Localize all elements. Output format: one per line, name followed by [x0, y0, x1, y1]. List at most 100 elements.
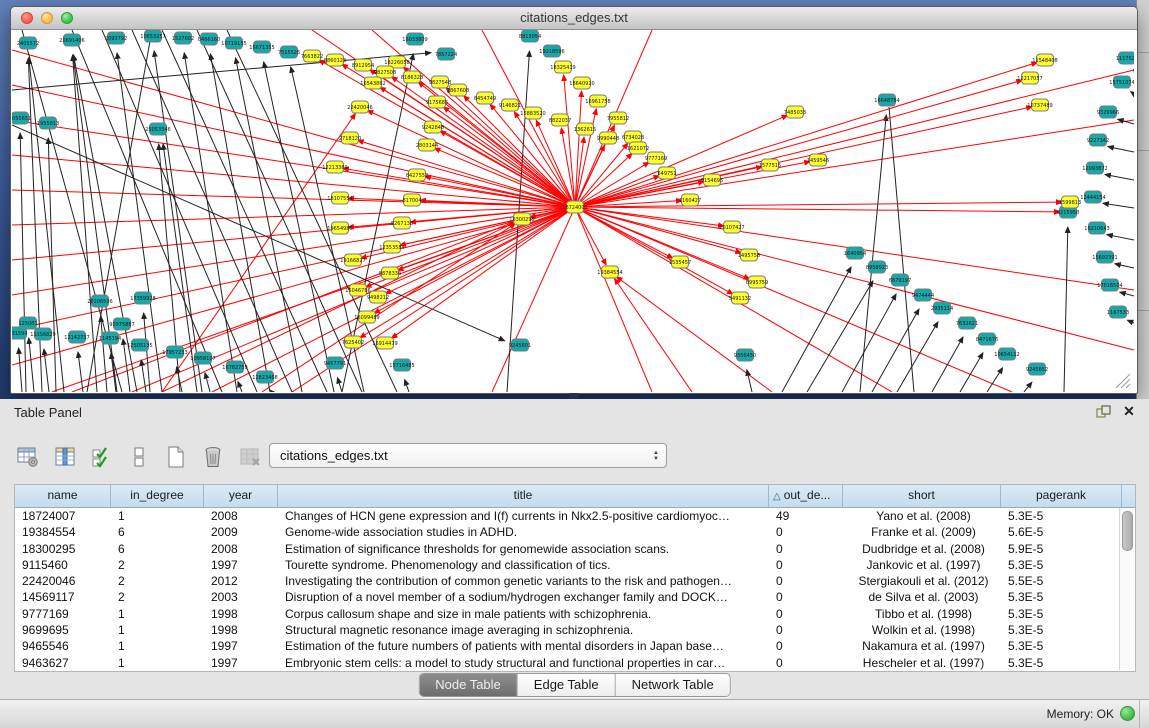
graph-edge[interactable] [575, 207, 1134, 350]
graph-node[interactable]: 16782759 [222, 361, 247, 373]
graph-edge[interactable] [1115, 264, 1134, 268]
graph-node[interactable]: 12353584 [379, 241, 404, 253]
graph-edge[interactable] [380, 87, 575, 207]
graph-edge[interactable] [12, 207, 575, 225]
graph-node[interactable]: 9227342 [1087, 134, 1109, 146]
graph-edge[interactable] [29, 58, 64, 392]
graph-node[interactable]: 12093872 [1082, 162, 1107, 174]
graph-edge[interactable] [575, 70, 1134, 207]
column-header-name[interactable]: name [15, 485, 111, 507]
close-panel-icon[interactable]: ✕ [1121, 403, 1137, 419]
graph-edge[interactable] [932, 337, 963, 392]
graph-node[interactable]: 18325419 [550, 61, 575, 73]
graph-edge[interactable] [1105, 174, 1134, 180]
graph-node[interactable]: 16033809 [402, 33, 427, 45]
table-row[interactable]: 946362711997Embryonic stem cells: a mode… [15, 655, 1135, 671]
graph-node[interactable]: 16648784 [874, 94, 899, 106]
graph-node[interactable]: 2093792 [105, 32, 127, 44]
graph-edge[interactable] [1131, 92, 1134, 94]
graph-node[interactable]: 6679197 [889, 274, 911, 286]
tab-node-table[interactable]: Node Table [419, 674, 518, 696]
graph-node[interactable]: 7515526 [278, 46, 300, 58]
graph-node[interactable]: 9356450 [734, 349, 756, 361]
graph-node[interactable]: 649751 [657, 167, 676, 179]
graph-edge[interactable] [1107, 235, 1134, 240]
graph-node[interactable]: 15692391 [1092, 251, 1117, 263]
graph-edge[interactable] [238, 381, 242, 392]
graph-edge[interactable] [184, 53, 237, 392]
graph-edge[interactable] [205, 373, 210, 392]
panel-divider-handle[interactable] [569, 393, 579, 398]
float-window-icon[interactable] [1096, 405, 1112, 419]
graph-node[interactable]: 12823468 [252, 371, 277, 383]
column-header-title[interactable]: title [278, 485, 769, 507]
graph-node[interactable]: 2935114 [931, 302, 953, 314]
graph-edge[interactable] [889, 107, 914, 392]
graph-node[interactable]: 2055651 [12, 112, 31, 124]
select-columns-icon[interactable] [88, 443, 116, 471]
graph-node[interactable]: 8958923 [866, 261, 888, 273]
graph-edge[interactable] [1024, 382, 1032, 392]
graph-edge[interactable] [385, 207, 575, 294]
graph-edge[interactable] [1120, 292, 1134, 296]
table-row[interactable]: 1830029562008Estimation of significance … [15, 541, 1135, 557]
graph-node[interactable]: 8995759 [746, 276, 768, 288]
column-header-out_de[interactable]: △out_de... [769, 485, 843, 507]
graph-node[interactable]: 9474444 [912, 289, 934, 301]
graph-node[interactable]: 16210643 [1084, 222, 1109, 234]
show-column-icon[interactable] [51, 443, 79, 471]
graph-node[interactable]: 8878334 [379, 267, 401, 279]
graph-node[interactable]: 8813054 [519, 30, 541, 42]
table-mode-icon[interactable] [14, 443, 42, 471]
table-row[interactable]: 1872400712008Changes of HCN gene express… [15, 508, 1135, 524]
graph-node[interactable]: 7625402 [342, 336, 364, 348]
new-document-icon[interactable] [162, 443, 190, 471]
graph-node[interactable]: 19384554 [597, 266, 622, 278]
graph-edge[interactable] [1127, 320, 1134, 323]
graph-node[interactable]: 1117520 [1116, 52, 1134, 64]
graph-edge[interactable] [897, 322, 938, 392]
graph-node[interactable]: 8454749 [474, 92, 496, 104]
citation-network-graph[interactable]: 2405572206914062093792106532571527602846… [12, 30, 1134, 392]
graph-edge[interactable] [575, 207, 1060, 212]
graph-node[interactable]: 1535457 [669, 256, 691, 268]
graph-edge[interactable] [492, 207, 575, 392]
column-header-pagerank[interactable]: pagerank [1001, 485, 1122, 507]
graph-node[interactable]: 8427552 [406, 169, 428, 181]
graph-node[interactable]: 9154695 [701, 174, 723, 186]
graph-node[interactable]: 8186328 [401, 71, 423, 83]
delete-icon[interactable] [199, 443, 227, 471]
table-row[interactable]: 1938455462009Genome-wide association stu… [15, 524, 1135, 540]
network-canvas[interactable]: 2405572206914062093792106532571527602846… [12, 30, 1134, 392]
graph-edge[interactable] [236, 58, 302, 392]
graph-edge[interactable] [1103, 203, 1134, 208]
graph-edge[interactable] [72, 222, 515, 392]
graph-node[interactable]: 9245601 [509, 339, 531, 351]
graph-node[interactable]: 1527602 [172, 32, 194, 44]
graph-node[interactable]: 9457791 [324, 357, 346, 369]
graph-edge[interactable] [615, 279, 692, 392]
graph-node[interactable]: 8466160 [198, 33, 220, 45]
graph-node[interactable]: 17016504 [1097, 279, 1122, 291]
rows-icon[interactable] [125, 443, 153, 471]
graph-node[interactable]: 6734028 [622, 131, 644, 143]
tab-edge-table[interactable]: Edge Table [518, 674, 616, 696]
column-header-in_degree[interactable]: in_degree [111, 485, 204, 507]
canvas-resize-grip[interactable] [1126, 384, 1130, 388]
graph-edge[interactable] [1108, 147, 1134, 152]
graph-edge[interactable] [747, 370, 752, 392]
graph-node[interactable]: 9777169 [645, 152, 667, 164]
graph-edge[interactable] [337, 378, 342, 392]
graph-edge[interactable] [20, 133, 26, 392]
graph-edge[interactable] [111, 353, 116, 392]
graph-node[interactable]: 16671355 [249, 41, 274, 53]
graph-node[interactable]: 2867608 [447, 84, 469, 96]
table-row[interactable]: 977716911998Corpus callosum shape and si… [15, 606, 1135, 622]
graph-node[interactable]: 9146821 [499, 99, 521, 111]
graph-node[interactable]: 1145194 [99, 332, 121, 344]
table-selector-combobox[interactable]: citations_edges.txt ▲▼ [269, 443, 667, 468]
graph-edge[interactable] [19, 348, 22, 392]
graph-node[interactable]: 8912954 [352, 59, 374, 71]
graph-node[interactable]: 10958107 [190, 352, 215, 364]
graph-node[interactable]: 17359928 [130, 292, 155, 304]
